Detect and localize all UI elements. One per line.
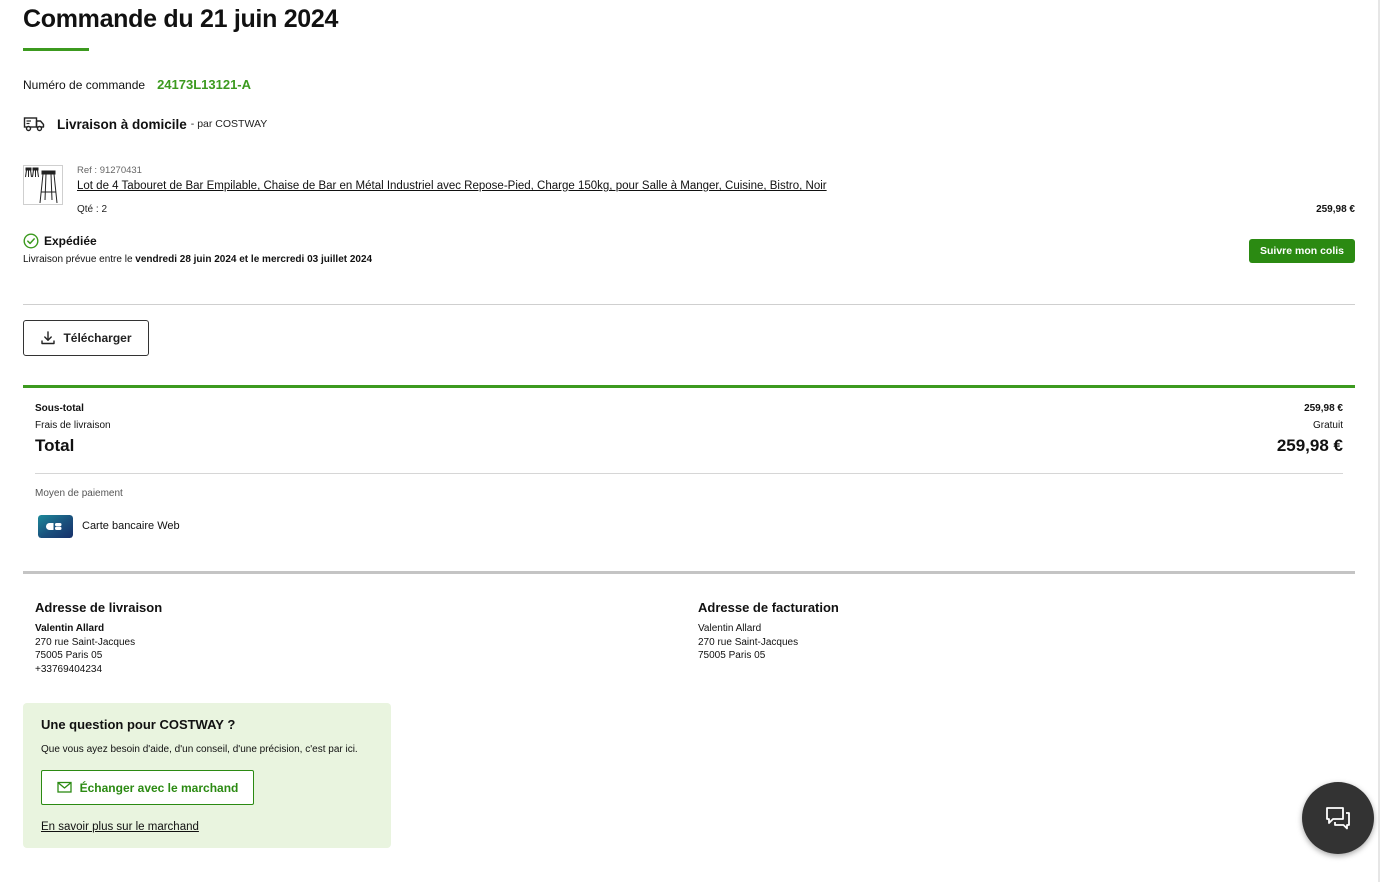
eta-prefix: Livraison prévue entre le [23,254,133,265]
delivery-mode: Livraison à domicile [57,116,187,132]
delivery-estimate: Livraison prévue entre le vendredi 28 ju… [23,254,372,265]
download-label: Télécharger [63,331,132,345]
divider [35,473,1343,474]
order-number: 24173L13121-A [157,77,252,92]
contact-merchant-label: Échanger avec le marchand [79,780,239,795]
shipping-address-heading: Adresse de livraison [35,600,163,615]
eta-start-date: vendredi 28 juin 2024 [135,254,237,265]
order-number-row: Numéro de commande 24173L13121-A [23,77,251,92]
address-top-rule [23,571,1355,574]
shipping-phone: +33769404234 [35,663,103,675]
product-ref: Ref : 91270431 [77,165,142,176]
subtotal-row: Sous-total 259,98 € [35,403,1343,414]
product-quantity: Qté : 2 [77,204,108,215]
bar-stool-image [25,167,58,204]
download-icon [41,331,56,345]
billing-address-heading: Adresse de facturation [698,600,839,615]
divider [23,304,1355,305]
merchant-question-panel: Une question pour COSTWAY ? Que vous aye… [23,703,391,848]
chat-icon [1326,807,1350,830]
total-row: Total 259,98 € [35,436,1343,456]
contact-merchant-button[interactable]: Échanger avec le marchand [41,770,254,805]
question-text: Que vous ayez besoin d'aide, d'un consei… [41,744,358,755]
shipment-status: Expédiée [23,233,97,249]
billing-name: Valentin Allard [698,623,762,634]
check-circle-icon [23,233,39,249]
chat-button[interactable] [1302,782,1374,854]
payment-method-name: Carte bancaire Web [82,520,180,532]
billing-city: 75005 Paris 05 [698,650,766,661]
shipping-name: Valentin Allard [35,623,105,634]
shipping-fee-row: Frais de livraison Gratuit [35,420,1343,431]
billing-street: 270 rue Saint-Jacques [698,636,799,648]
shipping-address: Adresse de livraison Valentin Allard 270… [35,600,162,676]
track-package-button[interactable]: Suivre mon colis [1249,239,1355,263]
delivery-seller: - par COSTWAY [190,118,268,130]
cb-card-icon [38,515,73,538]
shipping-fee-value: Gratuit [1312,420,1343,431]
subtotal-label: Sous-total [35,403,84,414]
product-thumbnail[interactable] [23,165,63,205]
shipping-city: 75005 Paris 05 [35,650,103,661]
product-price: 259,98 € [1316,204,1355,215]
delivery-mode-row: Livraison à domicile - par COSTWAY [23,115,267,133]
order-number-label: Numéro de commande [23,77,146,92]
summary-top-rule [23,385,1355,388]
payment-method-label: Moyen de paiement [35,488,123,499]
eta-connector: et le [239,254,260,265]
total-label: Total [35,436,75,455]
eta-end-date: mercredi 03 juillet 2024 [262,254,373,265]
billing-address: Adresse de facturation Valentin Allard 2… [698,600,839,663]
product-title-link[interactable]: Lot de 4 Tabouret de Bar Empilable, Chai… [77,180,827,192]
download-button[interactable]: Télécharger [23,320,149,356]
page-title: Commande du 21 juin 2024 [23,5,339,33]
truck-icon [23,117,45,132]
question-title: Une question pour COSTWAY ? [41,717,236,732]
shipping-fee-label: Frais de livraison [35,420,111,431]
status-label: Expédiée [44,234,97,248]
merchant-info-link[interactable]: En savoir plus sur le marchand [41,821,199,833]
total-value: 259,98 € [1276,436,1343,455]
subtotal-value: 259,98 € [1304,403,1343,414]
title-underline [23,48,89,51]
message-icon [56,781,72,793]
shipping-street: 270 rue Saint-Jacques [35,636,136,648]
